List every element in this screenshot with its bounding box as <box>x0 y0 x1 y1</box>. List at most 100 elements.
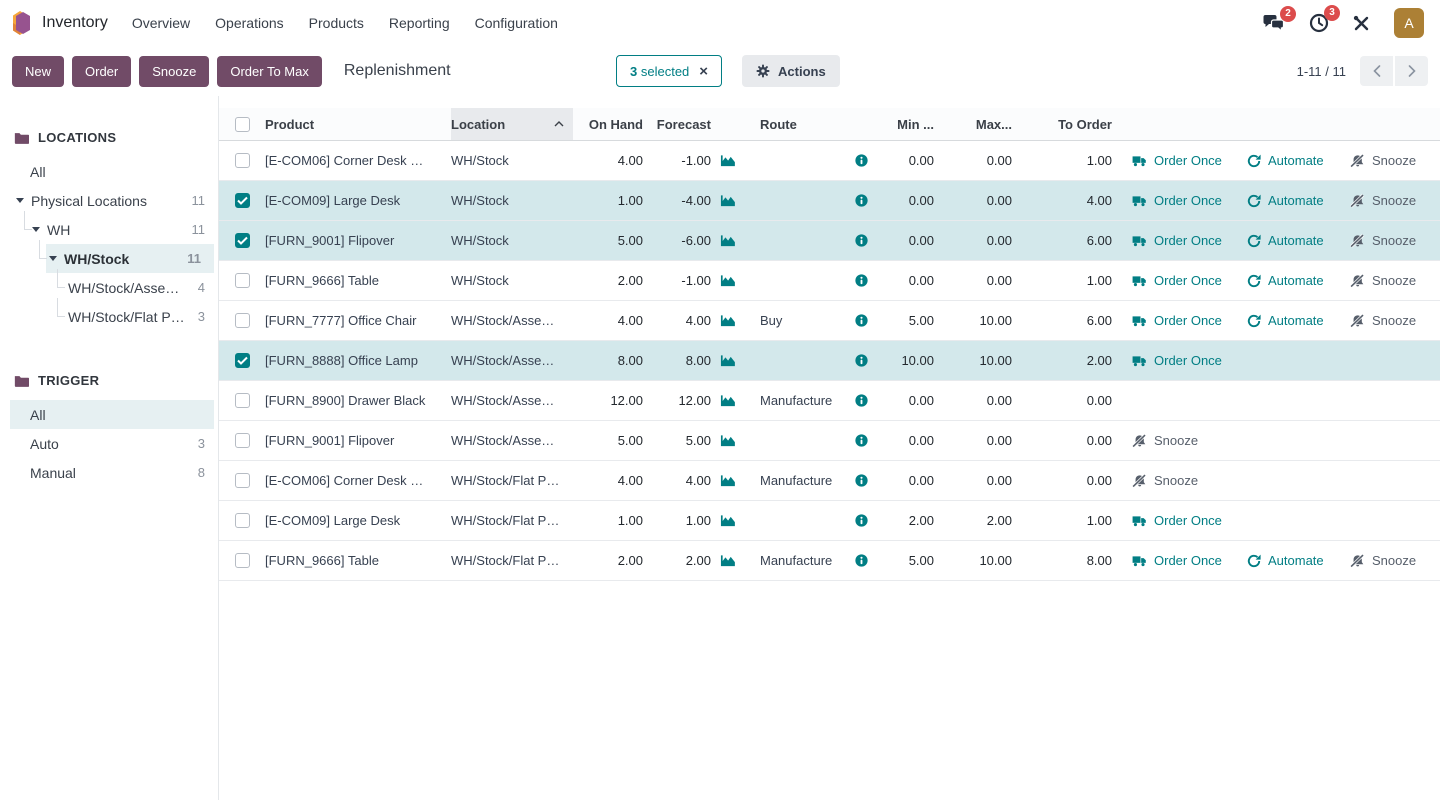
info-icon[interactable] <box>855 354 868 367</box>
row-checkbox[interactable] <box>235 313 250 328</box>
column-header-to-order[interactable]: To Order <box>1017 108 1117 140</box>
column-header-forecast[interactable]: Forecast <box>643 108 711 140</box>
app-switcher[interactable]: Inventory <box>12 11 108 35</box>
select-all-checkbox[interactable] <box>235 117 250 132</box>
row-checkbox[interactable] <box>235 553 250 568</box>
order-once-button[interactable]: Order Once <box>1132 513 1227 528</box>
product-cell[interactable]: [E-COM06] Corner Desk … <box>265 473 451 488</box>
sidebar-item-wh-stock[interactable]: WH/Stock11 <box>46 244 214 273</box>
caret-down-icon[interactable] <box>49 256 57 261</box>
info-icon[interactable] <box>855 554 868 567</box>
row-checkbox[interactable] <box>235 353 250 368</box>
table-row[interactable]: [FURN_7777] Office Chair WH/Stock/Asse… … <box>219 301 1440 341</box>
order-once-button[interactable]: Order Once <box>1132 313 1227 328</box>
table-row[interactable]: [FURN_8888] Office Lamp WH/Stock/Asse… 8… <box>219 341 1440 381</box>
product-cell[interactable]: [E-COM06] Corner Desk … <box>265 153 451 168</box>
info-icon[interactable] <box>855 474 868 487</box>
column-header-min[interactable]: Min ... <box>875 108 939 140</box>
automate-button[interactable]: Automate <box>1247 233 1330 248</box>
table-row[interactable]: [E-COM06] Corner Desk … WH/Stock 4.00 -1… <box>219 141 1440 181</box>
snooze-button[interactable]: Snooze <box>1132 473 1198 488</box>
forecast-chart-icon[interactable] <box>720 234 736 247</box>
info-icon[interactable] <box>855 514 868 527</box>
table-row[interactable]: [E-COM09] Large Desk WH/Stock 1.00 -4.00… <box>219 181 1440 221</box>
row-checkbox[interactable] <box>235 233 250 248</box>
sidebar-item-wh[interactable]: WH11 <box>0 215 218 244</box>
sidebar-item-trigger-auto[interactable]: Auto3 <box>0 429 218 458</box>
info-icon[interactable] <box>855 154 868 167</box>
sidebar-item-wh-stock-assembly[interactable]: WH/Stock/Asse…4 <box>0 273 218 302</box>
order-once-button[interactable]: Order Once <box>1132 153 1227 168</box>
forecast-chart-icon[interactable] <box>720 394 736 407</box>
order-button[interactable]: Order <box>72 56 131 87</box>
column-header-product[interactable]: Product <box>265 108 451 140</box>
info-icon[interactable] <box>855 274 868 287</box>
info-icon[interactable] <box>855 394 868 407</box>
table-row[interactable]: [E-COM09] Large Desk WH/Stock/Flat P… 1.… <box>219 501 1440 541</box>
info-icon[interactable] <box>855 234 868 247</box>
table-row[interactable]: [E-COM06] Corner Desk … WH/Stock/Flat P…… <box>219 461 1440 501</box>
messages-icon[interactable]: 2 <box>1263 14 1285 32</box>
sidebar-item-trigger-manual[interactable]: Manual8 <box>0 458 218 487</box>
activities-icon[interactable]: 3 <box>1309 13 1329 33</box>
tools-icon[interactable] <box>1353 15 1370 32</box>
product-cell[interactable]: [FURN_8888] Office Lamp <box>265 353 451 368</box>
row-checkbox[interactable] <box>235 433 250 448</box>
clear-selection-icon[interactable]: × <box>699 64 708 79</box>
snooze-button[interactable]: Snooze <box>1350 273 1416 288</box>
sidebar-item-physical-locations[interactable]: Physical Locations11 <box>0 186 218 215</box>
info-icon[interactable] <box>855 434 868 447</box>
forecast-chart-icon[interactable] <box>720 274 736 287</box>
product-cell[interactable]: [FURN_9001] Flipover <box>265 233 451 248</box>
automate-button[interactable]: Automate <box>1247 553 1330 568</box>
caret-down-icon[interactable] <box>32 227 40 232</box>
column-header-max[interactable]: Max... <box>939 108 1017 140</box>
snooze-button-top[interactable]: Snooze <box>139 56 209 87</box>
menu-overview[interactable]: Overview <box>132 15 190 31</box>
forecast-chart-icon[interactable] <box>720 554 736 567</box>
product-cell[interactable]: [E-COM09] Large Desk <box>265 513 451 528</box>
forecast-chart-icon[interactable] <box>720 194 736 207</box>
product-cell[interactable]: [FURN_9001] Flipover <box>265 433 451 448</box>
pager-previous-button[interactable] <box>1360 56 1393 86</box>
snooze-button[interactable]: Snooze <box>1350 193 1416 208</box>
forecast-chart-icon[interactable] <box>720 354 736 367</box>
row-checkbox[interactable] <box>235 513 250 528</box>
forecast-chart-icon[interactable] <box>720 154 736 167</box>
user-avatar[interactable]: A <box>1394 8 1424 38</box>
column-header-on-hand[interactable]: On Hand <box>573 108 643 140</box>
caret-down-icon[interactable] <box>16 198 24 203</box>
order-once-button[interactable]: Order Once <box>1132 553 1227 568</box>
menu-products[interactable]: Products <box>309 15 364 31</box>
row-checkbox[interactable] <box>235 153 250 168</box>
forecast-chart-icon[interactable] <box>720 514 736 527</box>
order-once-button[interactable]: Order Once <box>1132 273 1227 288</box>
info-icon[interactable] <box>855 314 868 327</box>
menu-reporting[interactable]: Reporting <box>389 15 450 31</box>
table-row[interactable]: [FURN_9666] Table WH/Stock/Flat P… 2.00 … <box>219 541 1440 581</box>
sidebar-item-locations-all[interactable]: All <box>0 157 218 186</box>
menu-configuration[interactable]: Configuration <box>475 15 558 31</box>
forecast-chart-icon[interactable] <box>720 434 736 447</box>
pager-next-button[interactable] <box>1395 56 1428 86</box>
product-cell[interactable]: [FURN_7777] Office Chair <box>265 313 451 328</box>
order-once-button[interactable]: Order Once <box>1132 353 1227 368</box>
row-checkbox[interactable] <box>235 193 250 208</box>
automate-button[interactable]: Automate <box>1247 273 1330 288</box>
snooze-button[interactable]: Snooze <box>1350 313 1416 328</box>
snooze-button[interactable]: Snooze <box>1350 233 1416 248</box>
menu-operations[interactable]: Operations <box>215 15 283 31</box>
sidebar-item-wh-stock-flat-pack[interactable]: WH/Stock/Flat P…3 <box>0 302 218 331</box>
snooze-button[interactable]: Snooze <box>1350 553 1416 568</box>
forecast-chart-icon[interactable] <box>720 474 736 487</box>
new-button[interactable]: New <box>12 56 64 87</box>
order-to-max-button[interactable]: Order To Max <box>217 56 322 87</box>
automate-button[interactable]: Automate <box>1247 313 1330 328</box>
table-row[interactable]: [FURN_8900] Drawer Black WH/Stock/Asse… … <box>219 381 1440 421</box>
product-cell[interactable]: [FURN_8900] Drawer Black <box>265 393 451 408</box>
product-cell[interactable]: [FURN_9666] Table <box>265 273 451 288</box>
snooze-button[interactable]: Snooze <box>1132 433 1198 448</box>
row-checkbox[interactable] <box>235 273 250 288</box>
actions-button[interactable]: Actions <box>742 55 840 87</box>
sidebar-item-trigger-all[interactable]: All <box>10 400 214 429</box>
